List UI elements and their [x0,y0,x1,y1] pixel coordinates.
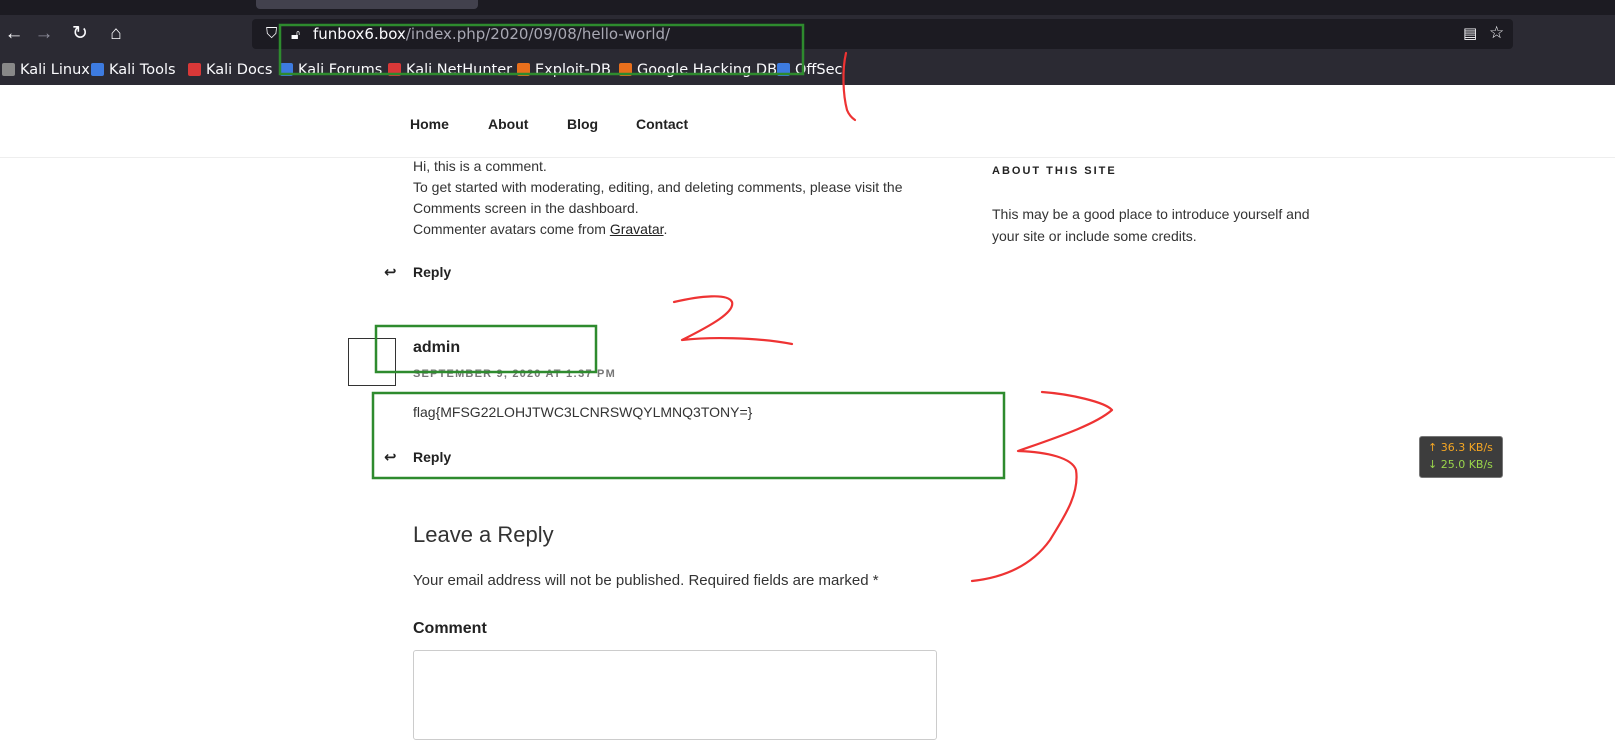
annotation-overlay [278,23,1114,583]
url-highlight-box [278,23,805,76]
annotation-two [672,295,794,346]
annotation-three [970,390,1114,583]
flag-highlight-box [371,391,1006,480]
author-highlight-box [374,324,598,374]
annotation-one [842,51,857,122]
